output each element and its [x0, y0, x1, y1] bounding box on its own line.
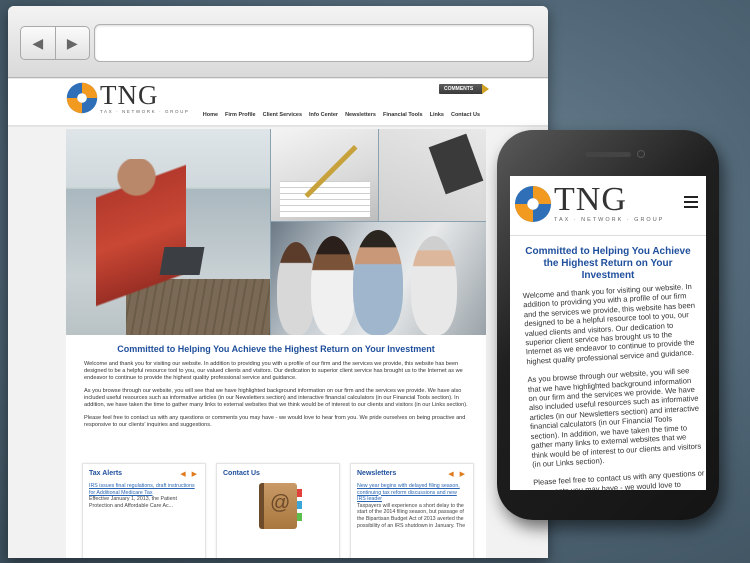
- nav-contact-us[interactable]: Contact Us: [451, 112, 480, 118]
- mobile-intro-text: Welcome and thank you for visiting our w…: [510, 271, 706, 490]
- comments-label: COMMENTS: [444, 86, 474, 92]
- mobile-logo-wordmark: TNG: [554, 181, 627, 218]
- intro-paragraph: Welcome and thank you for visiting our w…: [84, 361, 463, 381]
- intro-paragraph: Please feel free to contact us with any …: [84, 415, 466, 428]
- comments-arrow-icon: [482, 84, 489, 94]
- mobile-phone: TNG TAX · NETWORK · GROUP Committed to H…: [497, 130, 719, 520]
- hero-photo-man-laptop: [66, 129, 270, 335]
- mobile-screen: TNG TAX · NETWORK · GROUP Committed to H…: [510, 176, 706, 490]
- comments-button[interactable]: COMMENTS: [439, 84, 489, 94]
- hamburger-menu-icon[interactable]: [684, 196, 698, 211]
- logo-swirl-icon: [66, 82, 98, 114]
- hero-collage: [66, 129, 486, 335]
- mobile-header: TNG TAX · NETWORK · GROUP: [510, 176, 706, 236]
- newsletter-excerpt: Taxpayers will experience a short delay …: [357, 502, 466, 529]
- mobile-logo[interactable]: TNG TAX · NETWORK · GROUP: [514, 181, 665, 223]
- logo-swirl-icon: [514, 185, 552, 222]
- history-nav: ◀ ▶: [20, 26, 90, 60]
- forward-arrow-icon[interactable]: ▶: [54, 27, 90, 59]
- desktop-page: TNG TAX · NETWORK · GROUP COMMENTS Home …: [8, 79, 548, 558]
- address-bar[interactable]: [94, 24, 534, 62]
- phone-speaker: [585, 152, 631, 157]
- tax-alert-excerpt: Effective January 1, 2013, the Patient P…: [89, 496, 177, 509]
- nav-financial-tools[interactable]: Financial Tools: [383, 112, 423, 118]
- nav-client-services[interactable]: Client Services: [263, 112, 302, 118]
- nav-home[interactable]: Home: [203, 112, 218, 118]
- site-logo[interactable]: TNG TAX · NETWORK · GROUP: [66, 82, 190, 114]
- newsletter-link[interactable]: New year begins with delayed filing seas…: [357, 483, 467, 503]
- back-arrow-icon[interactable]: ◀: [21, 27, 55, 59]
- nav-newsletters[interactable]: Newsletters: [345, 112, 376, 118]
- contact-box[interactable]: Contact Us @: [216, 463, 340, 558]
- mobile-logo-tagline: TAX · NETWORK · GROUP: [554, 217, 665, 223]
- newsletters-box: Newsletters ◀ ▶ New year begins with del…: [350, 463, 474, 558]
- feature-boxes: Tax Alerts ◀ ▶ IRS issues final regulati…: [82, 463, 474, 558]
- intro-text: Welcome and thank you for visiting our w…: [66, 354, 486, 429]
- phone-camera-icon: [637, 150, 645, 158]
- tax-alert-link[interactable]: IRS issues final regulations, draft inst…: [89, 483, 199, 496]
- carousel-arrows-icon[interactable]: ◀ ▶: [180, 470, 199, 478]
- mobile-intro-paragraph: Please feel free to contact us with any …: [532, 468, 705, 490]
- address-book-icon[interactable]: @: [259, 483, 302, 529]
- hero-photo-team: [271, 222, 486, 335]
- browser-window: ◀ ▶ TNG TAX · NETWORK · GROUP COMMENTS H…: [8, 6, 548, 558]
- page-title: Committed to Helping You Achieve the Hig…: [117, 344, 435, 354]
- carousel-arrows-icon[interactable]: ◀ ▶: [448, 470, 467, 478]
- logo-tagline: TAX · NETWORK · GROUP: [100, 109, 190, 114]
- nav-links[interactable]: Links: [430, 112, 444, 118]
- nav-info-center[interactable]: Info Center: [309, 112, 338, 118]
- nav-firm-profile[interactable]: Firm Profile: [225, 112, 256, 118]
- site-header: TNG TAX · NETWORK · GROUP COMMENTS Home …: [8, 79, 548, 127]
- intro-paragraph: As you browse through our website, you w…: [84, 388, 468, 408]
- tax-alerts-box: Tax Alerts ◀ ▶ IRS issues final regulati…: [82, 463, 206, 558]
- mobile-intro-paragraph: As you browse through our website, you w…: [527, 366, 702, 469]
- logo-wordmark: TNG: [100, 80, 159, 110]
- main-nav: Home Firm Profile Client Services Info C…: [203, 112, 480, 118]
- browser-toolbar: ◀ ▶: [8, 6, 548, 78]
- mobile-intro-paragraph: Welcome and thank you for visiting our w…: [522, 281, 696, 367]
- contact-title: Contact Us: [223, 470, 260, 477]
